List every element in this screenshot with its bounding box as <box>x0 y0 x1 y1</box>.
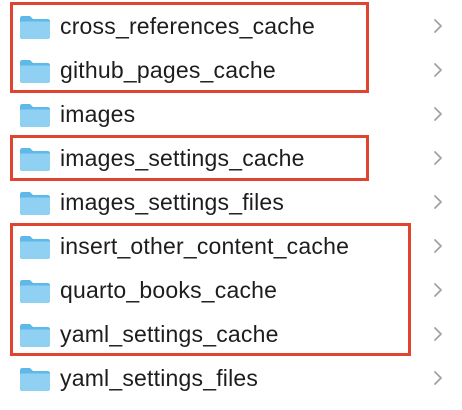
folder-icon <box>19 103 51 128</box>
chevron-right-icon[interactable] <box>432 18 444 34</box>
folder-name: github_pages_cache <box>60 57 276 83</box>
folder-icon <box>19 323 51 348</box>
chevron-right-icon[interactable] <box>432 106 444 122</box>
folder-row-quarto-books-cache[interactable]: quarto_books_cache <box>0 268 462 312</box>
folder-icon <box>19 279 51 304</box>
folder-icon <box>19 191 51 216</box>
folder-row-images-settings-cache[interactable]: images_settings_cache <box>0 136 462 180</box>
folder-name: cross_references_cache <box>60 13 315 39</box>
chevron-right-icon[interactable] <box>432 326 444 342</box>
folder-row-images[interactable]: images <box>0 92 462 136</box>
folder-icon <box>19 15 51 40</box>
chevron-right-icon[interactable] <box>432 150 444 166</box>
folder-name: images_settings_cache <box>60 145 305 171</box>
folder-name: yaml_settings_cache <box>60 321 279 347</box>
folder-row-images-settings-files[interactable]: images_settings_files <box>0 180 462 224</box>
folder-name: images_settings_files <box>60 189 285 215</box>
folder-icon <box>19 235 51 260</box>
folder-icon <box>19 59 51 84</box>
chevron-right-icon[interactable] <box>432 194 444 210</box>
folder-row-yaml-settings-files[interactable]: yaml_settings_files <box>0 356 462 400</box>
folder-icon <box>19 147 51 172</box>
folder-name: images <box>60 101 136 127</box>
folder-row-cross-references-cache[interactable]: cross_references_cache <box>0 4 462 48</box>
chevron-right-icon[interactable] <box>432 62 444 78</box>
folder-name: yaml_settings_files <box>60 365 259 391</box>
chevron-right-icon[interactable] <box>432 282 444 298</box>
folder-name: quarto_books_cache <box>60 277 278 303</box>
folder-list: cross_references_cache github_pages_cach… <box>0 4 462 400</box>
folder-row-yaml-settings-cache[interactable]: yaml_settings_cache <box>0 312 462 356</box>
folder-row-insert-other-content-cache[interactable]: insert_other_content_cache <box>0 224 462 268</box>
chevron-right-icon[interactable] <box>432 238 444 254</box>
chevron-right-icon[interactable] <box>432 370 444 386</box>
folder-icon <box>19 367 51 392</box>
folder-row-github-pages-cache[interactable]: github_pages_cache <box>0 48 462 92</box>
folder-name: insert_other_content_cache <box>60 233 350 259</box>
